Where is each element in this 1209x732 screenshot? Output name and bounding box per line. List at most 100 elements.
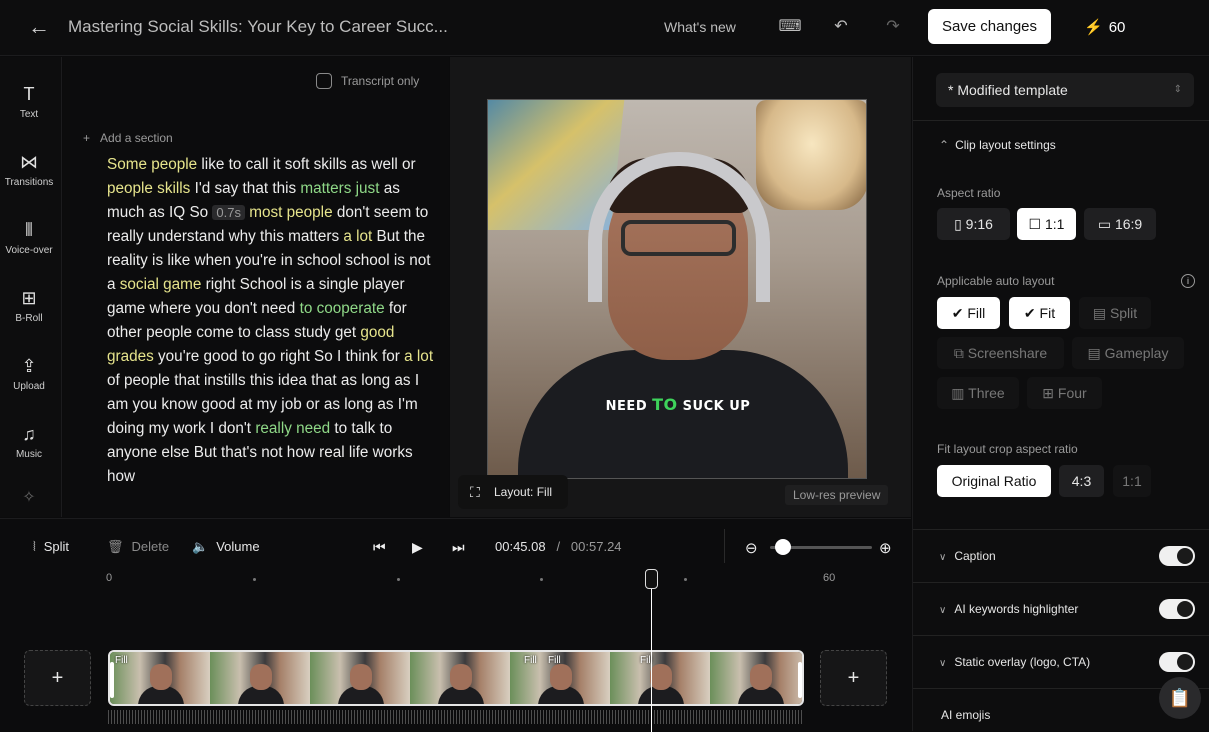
video-frame[interactable]: NEED TO SUCK UP xyxy=(487,99,867,479)
back-arrow-icon[interactable]: ← xyxy=(28,16,52,40)
zoom-in-icon[interactable]: ⊕ xyxy=(879,539,892,557)
pause-tag[interactable]: 0.7s xyxy=(212,205,245,220)
layout-label: Layout: Fill xyxy=(494,485,553,499)
nav-b-roll[interactable]: ⊞ B-Roll xyxy=(0,285,58,324)
add-clip-before-button[interactable]: + xyxy=(24,650,91,706)
video-preview: NEED TO SUCK UP ⛶ Layout: Fill Low-res pr… xyxy=(450,57,911,517)
checkbox-icon[interactable] xyxy=(316,73,332,89)
keywords-label: AI keywords highlighter xyxy=(954,602,1079,616)
keywords-row[interactable]: ∨ AI keywords highlighter xyxy=(939,602,1078,616)
zoom-slider-handle[interactable] xyxy=(775,539,791,555)
play-icon[interactable]: ▶ xyxy=(412,539,423,556)
layout-option-label: Gameplay xyxy=(1104,345,1169,361)
layout-icon: ⛶ xyxy=(470,484,480,500)
highlighted-phrase[interactable]: social game xyxy=(120,276,202,293)
chevron-down-icon: ∨ xyxy=(939,552,947,563)
split-button[interactable]: ⦚ Split xyxy=(33,539,69,555)
whats-new-link[interactable]: What's new xyxy=(664,19,736,35)
crop-1-1-button[interactable]: 1:1 xyxy=(1113,465,1151,497)
check-circle-icon: ✔ xyxy=(951,305,968,321)
playhead-handle[interactable] xyxy=(645,569,658,589)
skip-forward-icon[interactable]: ⏭ xyxy=(452,539,465,556)
volume-button[interactable]: 🔈 Volume xyxy=(192,539,260,555)
clipboard-icon[interactable]: 📋 xyxy=(1159,677,1201,719)
caption-word: SUCK UP xyxy=(677,399,751,414)
playhead-line[interactable] xyxy=(651,577,652,732)
nav-music[interactable]: ♫ Music xyxy=(0,421,58,460)
nav-upload[interactable]: ⇪ Upload xyxy=(0,353,58,392)
layout-gameplay-button[interactable]: ▤ Gameplay xyxy=(1072,337,1184,369)
gameplay-icon: ▤ xyxy=(1087,345,1105,361)
skip-back-icon[interactable]: ⏮ xyxy=(373,539,386,556)
info-icon[interactable]: i xyxy=(1181,274,1195,288)
trim-handle-left[interactable] xyxy=(110,662,114,698)
chevron-down-icon: ∨ xyxy=(939,658,947,669)
layout-fit-button[interactable]: ✔ Fit xyxy=(1009,297,1070,329)
aspect-label: 9:16 xyxy=(965,216,993,232)
transcript-segment[interactable]: you're good to go right So I think for xyxy=(154,348,404,365)
project-title[interactable]: Mastering Social Skills: Your Key to Car… xyxy=(68,17,448,37)
overlay-row[interactable]: ∨ Static overlay (logo, CTA) xyxy=(939,655,1090,669)
current-time: 00:45.08 xyxy=(495,539,546,554)
save-changes-button[interactable]: Save changes xyxy=(928,9,1051,44)
aspect-1-1-button[interactable]: ☐ 1:1 xyxy=(1017,208,1076,240)
keyboard-icon[interactable]: ⌨ xyxy=(778,15,802,39)
nav-label: Transitions xyxy=(4,177,54,188)
delete-button[interactable]: 🗑 Delete xyxy=(107,539,169,555)
layout-option-label: Three xyxy=(968,385,1005,401)
layout-option-label: Fit xyxy=(1039,305,1056,321)
template-select[interactable]: * Modified template ⇕ xyxy=(936,73,1194,107)
highlighted-phrase[interactable]: matters just xyxy=(300,180,379,197)
nav-transitions[interactable]: ⋈ Transitions xyxy=(0,149,58,188)
sparkle-icon[interactable]: ✧ xyxy=(0,487,58,507)
highlighted-phrase[interactable]: a lot xyxy=(404,348,433,365)
aspect-16-9-button[interactable]: ▭ 16:9 xyxy=(1084,208,1156,240)
ruler-start-label: 0 xyxy=(106,572,113,584)
redo-icon[interactable]: ↷ xyxy=(881,15,905,39)
nav-text[interactable]: T Text xyxy=(0,81,58,120)
chevron-down-icon: ∨ xyxy=(939,605,947,616)
transcript-text[interactable]: Some people like to call it soft skills … xyxy=(107,153,437,489)
highlighted-phrase[interactable]: a lot xyxy=(343,228,372,245)
caption-word: NEED xyxy=(605,399,653,414)
aspect-9-16-button[interactable]: ▯ 9:16 xyxy=(937,208,1010,240)
zoom-out-icon[interactable]: ⊖ xyxy=(745,539,758,557)
layout-screenshare-button[interactable]: ⧉ Screenshare xyxy=(937,337,1064,369)
highlighted-phrase[interactable]: to cooperate xyxy=(300,300,385,317)
highlighted-phrase[interactable]: really need xyxy=(255,420,330,437)
add-section-button[interactable]: + Add a section xyxy=(83,131,173,145)
crop-original-button[interactable]: Original Ratio xyxy=(937,465,1051,497)
transcript-segment[interactable]: I'd say that this xyxy=(190,180,300,197)
overlay-toggle[interactable] xyxy=(1159,652,1195,672)
clip-thumbnail xyxy=(310,652,410,704)
nav-voice-over[interactable]: ⦀ Voice-over xyxy=(0,217,58,256)
caption-row[interactable]: ∨ Caption xyxy=(939,549,996,563)
template-value: * Modified template xyxy=(948,82,1068,98)
keywords-toggle[interactable] xyxy=(1159,599,1195,619)
layout-fill-button[interactable]: ✔ Fill xyxy=(937,297,1000,329)
plus-icon: + xyxy=(83,131,91,145)
trim-handle-right[interactable] xyxy=(798,662,802,698)
nav-label: Upload xyxy=(13,381,45,392)
highlighted-phrase[interactable]: Some people xyxy=(107,156,197,173)
undo-icon[interactable]: ↶ xyxy=(829,15,853,39)
layout-three-button[interactable]: ▥ Three xyxy=(937,377,1019,409)
layout-split-button[interactable]: ▤ Split xyxy=(1079,297,1151,329)
highlighted-phrase[interactable]: people skills xyxy=(107,180,190,197)
highlighted-phrase[interactable]: most people xyxy=(249,204,332,221)
caption-toggle[interactable] xyxy=(1159,546,1195,566)
emojis-row[interactable]: AI emojis xyxy=(941,708,990,722)
low-res-badge: Low-res preview xyxy=(785,485,889,505)
clip-layout-header[interactable]: ⌃ Clip layout settings xyxy=(939,138,1056,152)
crop-4-3-button[interactable]: 4:3 xyxy=(1059,465,1104,497)
layout-button[interactable]: ⛶ Layout: Fill xyxy=(458,475,568,509)
video-track[interactable]: Fill Fill Fill Fill xyxy=(108,650,804,706)
transcript-only-toggle[interactable]: Transcript only xyxy=(316,73,419,89)
b-roll-icon: ⊞ xyxy=(21,288,37,308)
time-display: 00:45.08 / 00:57.24 xyxy=(495,539,622,554)
split-icon: ⦚ xyxy=(33,539,36,554)
transcript-segment[interactable]: like to call it soft skills as well or xyxy=(197,156,415,173)
add-clip-after-button[interactable]: + xyxy=(820,650,887,706)
layout-four-button[interactable]: ⊞ Four xyxy=(1027,377,1102,409)
aspect-ratio-label: Aspect ratio xyxy=(937,186,1001,200)
